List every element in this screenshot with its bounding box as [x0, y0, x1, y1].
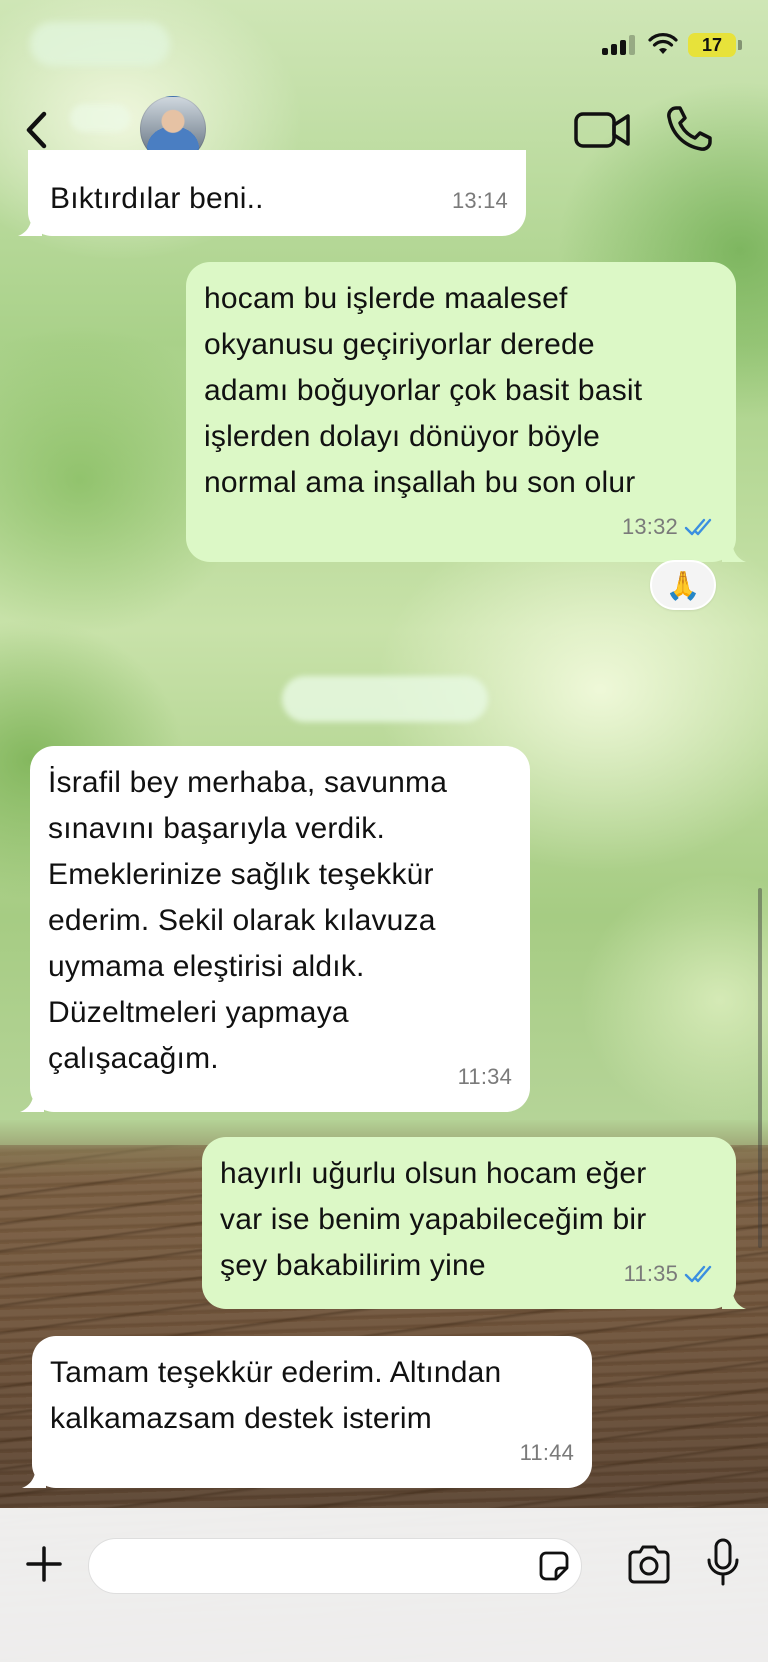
status-bar: 17	[0, 0, 768, 90]
bubble-tail	[18, 212, 42, 236]
contact-name-blurred[interactable]	[70, 104, 130, 132]
bubble-tail	[20, 1088, 44, 1112]
message-text: İsrafil bey merhaba, savunma sınavını ba…	[48, 766, 448, 1075]
status-time-blurred	[30, 22, 170, 66]
read-receipt-icon	[684, 1265, 712, 1283]
battery-tip	[738, 40, 742, 50]
message-bubble-outgoing[interactable]: hocam bu işlerde maalesef okyanusu geçir…	[186, 262, 746, 562]
message-time: 11:34	[457, 1064, 512, 1089]
sticker-icon[interactable]	[538, 1550, 570, 1582]
message-bubble-incoming[interactable]: Bıktırdılar beni.. 13:14	[18, 150, 526, 236]
bubble-tail	[722, 1285, 746, 1309]
plus-icon[interactable]	[24, 1544, 64, 1584]
message-input[interactable]	[88, 1538, 582, 1594]
message-composer	[0, 1508, 768, 1662]
wifi-icon	[648, 33, 678, 54]
battery-indicator: 17	[688, 33, 736, 57]
message-time: 11:44	[519, 1440, 574, 1465]
message-meta: 13:32	[622, 504, 718, 550]
message-bubble-incoming[interactable]: İsrafil bey merhaba, savunma sınavını ba…	[20, 746, 530, 1112]
bubble-tail	[22, 1464, 46, 1488]
message-meta: 11:35	[624, 1251, 718, 1297]
message-time: 13:32	[621, 514, 678, 539]
bubble-tail	[722, 538, 746, 562]
message-time: 11:35	[623, 1261, 678, 1286]
message-bubble-incoming[interactable]: Tamam teşekkür ederim. Altından kalkamaz…	[22, 1336, 592, 1488]
microphone-icon[interactable]	[706, 1538, 740, 1588]
date-separator-blurred	[282, 676, 488, 722]
message-reaction[interactable]: 🙏	[650, 560, 716, 610]
folded-hands-emoji: 🙏	[665, 569, 701, 601]
signal-strength-icon	[602, 35, 640, 55]
video-camera-icon[interactable]	[574, 108, 632, 152]
message-meta: 11:34	[458, 1054, 512, 1100]
message-bubble-outgoing[interactable]: hayırlı uğurlu olsun hocam eğer var ise …	[202, 1137, 746, 1309]
message-text: Tamam teşekkür ederim. Altından kalkamaz…	[50, 1356, 502, 1435]
chevron-left-icon[interactable]	[22, 108, 52, 152]
message-meta: 11:44	[520, 1430, 574, 1476]
read-receipt-icon	[684, 518, 712, 536]
scroll-indicator[interactable]	[758, 888, 762, 1248]
message-text: hocam bu işlerde maalesef okyanusu geçir…	[204, 282, 643, 499]
camera-icon[interactable]	[626, 1544, 672, 1584]
message-meta: 13:14	[452, 178, 508, 224]
message-time: 13:14	[451, 188, 508, 213]
phone-icon[interactable]	[664, 104, 714, 154]
